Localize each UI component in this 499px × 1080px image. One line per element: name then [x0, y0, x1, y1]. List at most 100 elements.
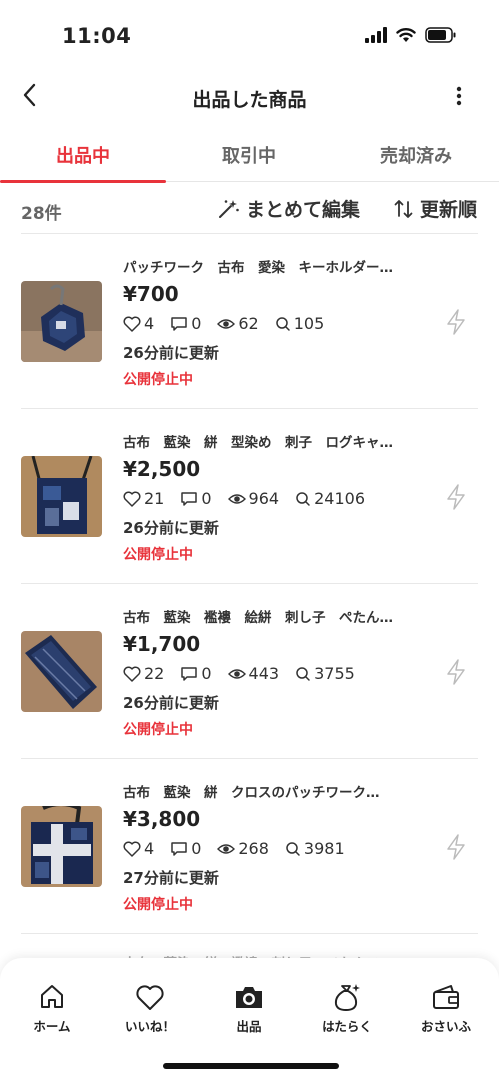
heart-icon [123, 491, 141, 507]
item-stats: 21 0 964 24106 [123, 489, 381, 508]
list-item[interactable]: 古布 藍染 絣 クロスのパッチワーク… ¥3,800 4 0 268 3981 … [21, 758, 478, 933]
bottom-nav: ホーム いいね！ 出品 はたらく おさいふ [0, 958, 499, 1080]
bottom-nav-sell[interactable]: 出品 [209, 980, 289, 1035]
boost-button[interactable] [444, 308, 468, 336]
like-count: 22 [144, 664, 165, 683]
tab-in-progress[interactable]: 取引中 [166, 130, 332, 182]
like-count: 21 [144, 489, 165, 508]
item-price: ¥2,500 [123, 457, 201, 481]
bulk-edit-button[interactable]: まとめて編集 [218, 195, 360, 222]
bottom-nav-label: おさいふ [420, 1019, 471, 1034]
sort-arrows-icon [394, 199, 413, 218]
status-badge: 公開停止中 [123, 897, 193, 913]
bottom-nav-home[interactable]: ホーム [12, 980, 92, 1035]
item-stats: 22 0 443 3755 [123, 664, 371, 683]
search-count: 24106 [314, 489, 365, 508]
item-price: ¥1,700 [123, 632, 201, 656]
home-indicator[interactable] [163, 1063, 339, 1069]
boost-button[interactable] [444, 658, 468, 686]
bottom-nav-wallet[interactable]: おさいふ [406, 980, 486, 1035]
boost-button[interactable] [444, 483, 468, 511]
item-stats: 4 0 62 105 [123, 314, 340, 333]
list-item[interactable]: 古布 藍染 絣 型染め 刺子 ログキャ… ¥2,500 21 0 964 241… [21, 408, 478, 583]
eye-icon [227, 493, 246, 504]
wifi-icon [396, 28, 416, 42]
lightning-icon [447, 659, 465, 685]
page-title: 出品した商品 [192, 89, 307, 111]
heart-icon [123, 316, 141, 332]
item-title: 古布 藍染 絣 型染め 刺子 ログキャ… [123, 435, 393, 451]
item-count: 28件 [21, 204, 62, 224]
heart-icon [123, 666, 141, 682]
search-icon [286, 841, 300, 856]
product-thumbnail[interactable] [21, 806, 102, 887]
comment-icon [171, 841, 187, 856]
lightning-icon [447, 834, 465, 860]
search-icon [296, 491, 310, 506]
bottom-nav-label: はたらく [322, 1019, 372, 1034]
comment-count: 0 [201, 664, 212, 683]
search-icon [275, 316, 290, 331]
item-updated: 26分前に更新 [123, 694, 219, 712]
bottom-nav-work[interactable]: はたらく [307, 980, 387, 1035]
comment-count: 0 [191, 839, 202, 858]
bottom-nav-label: ホーム [33, 1019, 71, 1034]
status-badge: 公開停止中 [123, 372, 193, 388]
signal-icon [365, 27, 387, 43]
money-bag-icon [334, 984, 360, 1011]
boost-button[interactable] [444, 833, 468, 861]
more-options-button[interactable] [449, 84, 469, 108]
list-toolbar: 28件 まとめて編集 更新順 [0, 182, 499, 234]
comment-icon [181, 666, 198, 681]
bottom-nav-label: 出品 [236, 1019, 262, 1034]
status-bar: 11:04 [0, 0, 499, 72]
search-count: 3755 [314, 664, 355, 683]
status-badge: 公開停止中 [123, 722, 193, 738]
bottom-nav-label: いいね！ [124, 1019, 175, 1034]
item-title: 古布 藍染 襤褸 絵絣 刺し子 ぺたん… [123, 610, 393, 626]
heart-icon [123, 841, 141, 857]
search-count: 105 [293, 314, 325, 333]
bulk-edit-label: まとめて編集 [246, 199, 361, 221]
sort-button[interactable]: 更新順 [394, 195, 477, 222]
item-price: ¥3,800 [123, 807, 201, 831]
view-count: 443 [248, 664, 280, 683]
product-thumbnail[interactable] [21, 631, 102, 712]
list-item[interactable]: 古布 藍染 襤褸 絵絣 刺し子 ぺたん… ¥1,700 22 0 443 375… [21, 583, 478, 758]
nav-bar: 出品した商品 [0, 72, 499, 122]
comment-count: 0 [191, 314, 202, 333]
eye-icon [217, 318, 236, 329]
view-count: 62 [238, 314, 259, 333]
comment-count: 0 [201, 489, 212, 508]
sort-label: 更新順 [419, 199, 477, 221]
item-price: ¥700 [123, 282, 179, 306]
search-count: 3981 [303, 839, 345, 858]
listing-list: パッチワーク 古布 愛染 キーホルダー… ¥700 4 0 62 105 26分… [0, 233, 499, 973]
status-icons [365, 27, 457, 43]
product-thumbnail[interactable] [21, 456, 102, 537]
more-vertical-icon [456, 86, 462, 106]
wallet-icon [433, 985, 459, 1009]
bottom-nav-likes[interactable]: いいね！ [110, 980, 190, 1035]
item-updated: 27分前に更新 [123, 869, 219, 887]
tab-sold[interactable]: 売却済み [333, 130, 499, 182]
lightning-icon [447, 484, 465, 510]
comment-icon [171, 316, 187, 331]
search-icon [296, 666, 310, 681]
item-title: パッチワーク 古布 愛染 キーホルダー… [123, 260, 393, 276]
like-count: 4 [144, 839, 155, 858]
item-updated: 26分前に更新 [123, 344, 219, 362]
camera-icon [236, 987, 262, 1008]
battery-icon [425, 27, 456, 43]
item-stats: 4 0 268 3981 [123, 839, 361, 858]
view-count: 268 [238, 839, 269, 858]
eye-icon [227, 668, 246, 679]
status-time: 11:04 [62, 24, 132, 48]
list-item[interactable]: パッチワーク 古布 愛染 キーホルダー… ¥700 4 0 62 105 26分… [21, 233, 478, 408]
lightning-icon [447, 309, 465, 335]
home-icon [41, 985, 63, 1008]
product-thumbnail[interactable] [21, 281, 102, 362]
tab-listing[interactable]: 出品中 [0, 130, 166, 183]
like-count: 4 [144, 314, 155, 333]
status-badge: 公開停止中 [123, 547, 193, 563]
